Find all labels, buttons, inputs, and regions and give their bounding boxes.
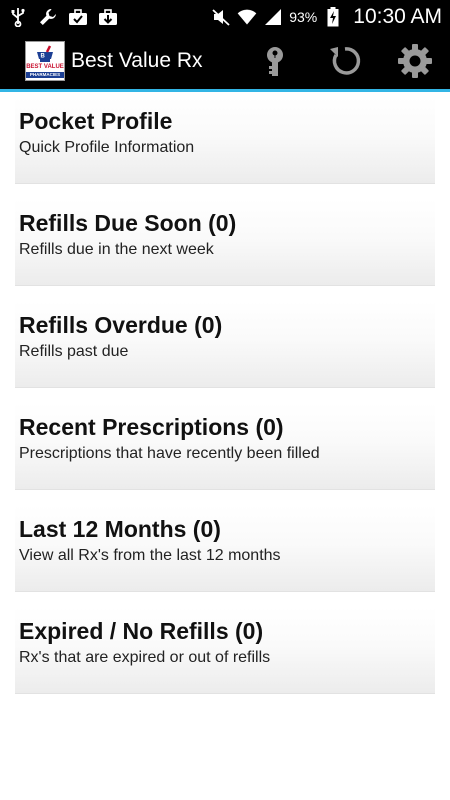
menu-item-refills-due-soon[interactable]: Refills Due Soon (0) Refills due in the … xyxy=(15,199,435,286)
app-logo: B BEST VALUE PHARMACIES xyxy=(25,41,65,81)
menu-item-refills-overdue[interactable]: Refills Overdue (0) Refills past due xyxy=(15,301,435,388)
status-left-icons xyxy=(8,7,118,27)
battery-percentage: 93% xyxy=(289,8,318,25)
mute-icon xyxy=(211,7,231,27)
menu-item-title: Recent Prescriptions (0) xyxy=(19,414,284,440)
logo-line1: BEST VALUE xyxy=(26,64,64,70)
menu-item-last-12-months[interactable]: Last 12 Months (0) View all Rx's from th… xyxy=(15,505,435,592)
status-right-icons: 93% 10:30 AM xyxy=(211,5,442,29)
logo-line2: PHARMACIES xyxy=(26,72,64,78)
menu-item-title: Refills Due Soon (0) xyxy=(19,210,237,236)
status-bar: 93% 10:30 AM xyxy=(0,0,450,33)
svg-text:i: i xyxy=(274,53,276,60)
wrench-icon xyxy=(38,7,58,27)
app-title: Best Value Rx xyxy=(71,49,203,72)
signal-icon xyxy=(263,7,283,27)
key-button[interactable]: i xyxy=(240,33,310,89)
gear-icon xyxy=(398,44,432,78)
action-bar-divider xyxy=(0,89,450,92)
menu-item-pocket-profile[interactable]: Pocket Profile Quick Profile Information xyxy=(15,97,435,184)
menu-item-title: Last 12 Months (0) xyxy=(19,516,221,542)
menu-item-title: Expired / No Refills (0) xyxy=(19,618,264,644)
menu-item-subtitle: Refills due in the next week xyxy=(19,241,214,258)
clock: 10:30 AM xyxy=(353,4,442,28)
mortar-pestle-icon: B xyxy=(37,45,53,62)
menu-item-recent-prescriptions[interactable]: Recent Prescriptions (0) Prescriptions t… xyxy=(15,403,435,490)
menu-item-subtitle: Rx's that are expired or out of refills xyxy=(19,649,271,666)
svg-text:B: B xyxy=(41,54,46,60)
action-buttons: i xyxy=(240,33,450,89)
action-bar: B BEST VALUE PHARMACIES Best Value Rx i xyxy=(0,33,450,89)
briefcase-check-icon xyxy=(68,7,88,27)
refresh-icon xyxy=(330,47,361,75)
menu-item-title: Pocket Profile xyxy=(19,108,173,134)
menu-item-subtitle: Quick Profile Information xyxy=(19,139,195,156)
settings-button[interactable] xyxy=(380,33,450,89)
menu-item-subtitle: Refills past due xyxy=(19,343,129,360)
menu-item-subtitle: View all Rx's from the last 12 months xyxy=(19,547,281,564)
menu-item-subtitle: Prescriptions that have recently been fi… xyxy=(19,445,320,462)
wifi-icon xyxy=(237,7,257,27)
briefcase-download-icon xyxy=(98,7,118,27)
key-icon: i xyxy=(267,47,283,76)
refresh-button[interactable] xyxy=(310,33,380,89)
battery-charging-icon xyxy=(323,6,343,27)
menu-item-expired-no-refills[interactable]: Expired / No Refills (0) Rx's that are e… xyxy=(15,607,435,694)
menu-list: Pocket Profile Quick Profile Information… xyxy=(15,97,435,709)
usb-icon xyxy=(8,7,28,27)
menu-item-title: Refills Overdue (0) xyxy=(19,312,223,338)
